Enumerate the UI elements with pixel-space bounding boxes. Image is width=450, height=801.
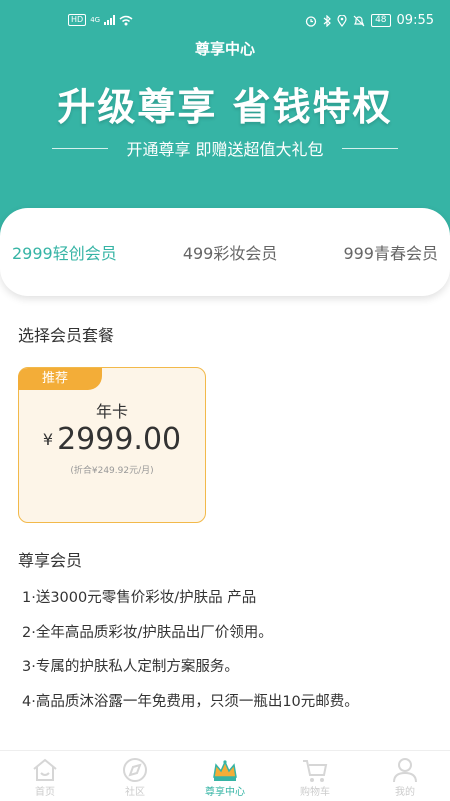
recommend-badge: 推荐 (18, 368, 102, 390)
nav-community[interactable]: 社区 (90, 751, 180, 801)
nav-vip-center[interactable]: 尊享中心 (180, 751, 270, 801)
benefit-item: 3·专属的护肤私人定制方案服务。 (22, 659, 239, 675)
nav-cart[interactable]: 购物车 (270, 751, 360, 801)
bottom-navigation: 首页 社区 尊享中心 购物车 我的 (0, 750, 450, 801)
benefits-section-title: 尊享会员 (18, 551, 83, 570)
hd-badge: HD (68, 14, 87, 26)
benefit-item: 2·全年高品质彩妆/护肤品出厂价领用。 (22, 625, 273, 641)
bluetooth-icon (323, 14, 331, 27)
home-icon (33, 758, 57, 781)
tab-2999-membership[interactable]: 2999轻创会员 (12, 240, 117, 264)
nav-home[interactable]: 首页 (0, 751, 90, 801)
nav-label: 尊享中心 (205, 787, 245, 798)
plan-name: 年卡 (95, 402, 128, 421)
currency-symbol: ¥ (42, 430, 54, 449)
community-icon (123, 758, 147, 782)
divider-line (341, 147, 398, 149)
plan-price: ¥2999.00 (18, 422, 206, 457)
mute-icon (353, 15, 365, 26)
membership-tabs: 2999轻创会员 499彩妆会员 999青春会员 (0, 208, 450, 296)
alarm-icon (305, 15, 317, 27)
hero-subtitle-row: 开通尊享 即赠送超值大礼包 (0, 136, 450, 160)
hero-subtitle: 开通尊享 即赠送超值大礼包 (126, 140, 324, 159)
network-type: 4G (90, 16, 101, 24)
battery-icon: 48 (371, 14, 391, 27)
tab-999-membership[interactable]: 999青春会员 (343, 240, 438, 264)
cart-icon (303, 760, 328, 782)
hero-title: 升级尊享 省钱特权 (57, 85, 393, 129)
tab-499-membership[interactable]: 499彩妆会员 (183, 240, 278, 264)
benefit-item: 1·送3000元零售价彩妆/护肤品 产品 (22, 590, 257, 606)
nav-profile[interactable]: 我的 (360, 751, 450, 801)
plan-monthly-note: (折合¥249.92元/月) (70, 466, 154, 476)
benefit-item: 4·高品质沐浴露一年免费用，只须一瓶出10元邮费。 (22, 694, 359, 710)
nav-label: 购物车 (300, 787, 330, 798)
page-title: 尊享中心 (194, 40, 255, 58)
network-indicators: HD 4G (68, 14, 133, 26)
price-amount: 2999.00 (57, 422, 182, 457)
plan-section-title: 选择会员套餐 (18, 326, 115, 345)
wifi-icon (119, 15, 133, 25)
divider-line (52, 147, 109, 149)
status-time: 09:55 (396, 13, 434, 28)
nav-label: 首页 (35, 787, 55, 798)
signal-icon (104, 15, 116, 25)
crown-icon (213, 760, 237, 781)
location-icon (337, 14, 347, 27)
nav-label: 我的 (395, 787, 415, 798)
profile-icon (393, 758, 417, 783)
status-bar: HD 4G 48 09:55 (0, 0, 450, 40)
nav-label: 社区 (125, 787, 145, 798)
system-indicators: 48 09:55 (305, 13, 434, 28)
